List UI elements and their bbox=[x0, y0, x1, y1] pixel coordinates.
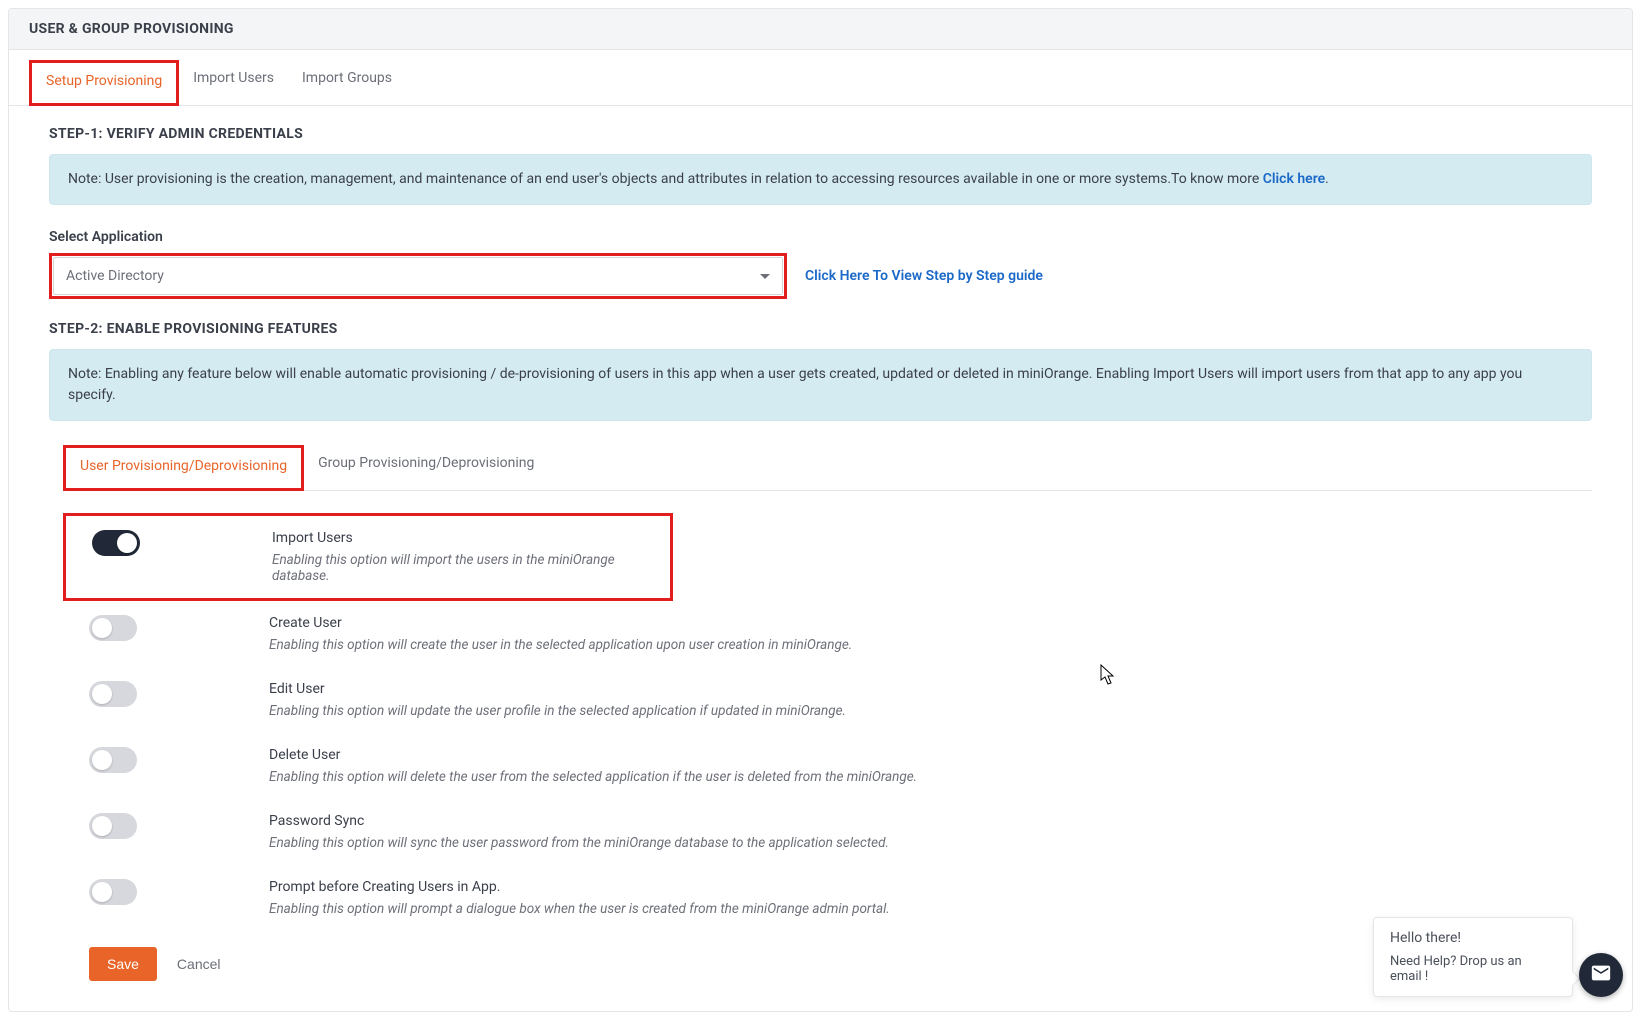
subtab-user-provisioning[interactable]: User Provisioning/Deprovisioning bbox=[66, 448, 301, 488]
highlight-box: Setup Provisioning bbox=[29, 60, 179, 106]
subtab-group-provisioning[interactable]: Group Provisioning/Deprovisioning bbox=[304, 445, 548, 490]
feature-row: Prompt before Creating Users in App. Enab… bbox=[89, 865, 1592, 931]
feature-list: Import Users Enabling this option will im… bbox=[89, 513, 1592, 931]
provisioning-subtabs: User Provisioning/Deprovisioning Group P… bbox=[63, 445, 1592, 491]
feature-title: Delete User bbox=[269, 747, 917, 763]
help-line1: Hello there! bbox=[1390, 930, 1556, 946]
select-application-label: Select Application bbox=[49, 229, 1592, 245]
select-application-dropdown[interactable]: Active Directory bbox=[53, 257, 783, 295]
feature-description: Enabling this option will create the use… bbox=[269, 637, 852, 653]
tab-import-users[interactable]: Import Users bbox=[179, 60, 288, 105]
feature-description: Enabling this option will update the use… bbox=[269, 703, 846, 719]
feature-toggle[interactable] bbox=[89, 681, 137, 707]
feature-row: Edit User Enabling this option will updat… bbox=[89, 667, 1592, 733]
step2-heading: STEP-2: ENABLE PROVISIONING FEATURES bbox=[49, 321, 1592, 337]
feature-toggle[interactable] bbox=[89, 813, 137, 839]
panel-header: USER & GROUP PROVISIONING bbox=[9, 9, 1632, 50]
tab-setup-provisioning[interactable]: Setup Provisioning bbox=[32, 63, 176, 103]
step2-note: Note: Enabling any feature below will en… bbox=[49, 349, 1592, 421]
main-tabs: Setup Provisioning Import Users Import G… bbox=[9, 50, 1632, 106]
feature-description: Enabling this option will sync the user … bbox=[269, 835, 889, 851]
feature-title: Password Sync bbox=[269, 813, 889, 829]
feature-toggle[interactable] bbox=[89, 747, 137, 773]
feature-row: Import Users Enabling this option will im… bbox=[63, 513, 673, 601]
mail-icon bbox=[1590, 962, 1612, 988]
feature-description: Enabling this option will delete the use… bbox=[269, 769, 917, 785]
highlight-box: Active Directory bbox=[49, 253, 787, 299]
step1-note: Note: User provisioning is the creation,… bbox=[49, 154, 1592, 205]
feature-toggle[interactable] bbox=[89, 879, 137, 905]
help-tooltip: Hello there! Need Help? Drop us an email… bbox=[1373, 917, 1573, 997]
select-application-value: Active Directory bbox=[66, 268, 164, 284]
feature-row: Password Sync Enabling this option will s… bbox=[89, 799, 1592, 865]
feature-row: Delete User Enabling this option will del… bbox=[89, 733, 1592, 799]
feature-toggle[interactable] bbox=[92, 530, 140, 556]
feature-title: Edit User bbox=[269, 681, 846, 697]
step-by-step-guide-link[interactable]: Click Here To View Step by Step guide bbox=[805, 268, 1043, 284]
feature-title: Prompt before Creating Users in App. bbox=[269, 879, 890, 895]
help-fab-button[interactable] bbox=[1579, 953, 1623, 997]
feature-title: Create User bbox=[269, 615, 852, 631]
feature-row: Create User Enabling this option will cre… bbox=[89, 601, 1592, 667]
page-title: USER & GROUP PROVISIONING bbox=[29, 21, 1612, 37]
step1-heading: STEP-1: VERIFY ADMIN CREDENTIALS bbox=[49, 126, 1592, 142]
step1-note-text: Note: User provisioning is the creation,… bbox=[68, 171, 1263, 187]
highlight-box: User Provisioning/Deprovisioning bbox=[63, 445, 304, 491]
save-button[interactable]: Save bbox=[89, 947, 157, 981]
step1-note-link[interactable]: Click here bbox=[1263, 171, 1325, 187]
help-line2: Need Help? Drop us an email ! bbox=[1390, 954, 1556, 984]
feature-description: Enabling this option will prompt a dialo… bbox=[269, 901, 890, 917]
feature-title: Import Users bbox=[272, 530, 670, 546]
chevron-down-icon bbox=[760, 274, 770, 279]
feature-toggle[interactable] bbox=[89, 615, 137, 641]
feature-description: Enabling this option will import the use… bbox=[272, 552, 670, 584]
cancel-button[interactable]: Cancel bbox=[177, 956, 221, 972]
tab-import-groups[interactable]: Import Groups bbox=[288, 60, 406, 105]
